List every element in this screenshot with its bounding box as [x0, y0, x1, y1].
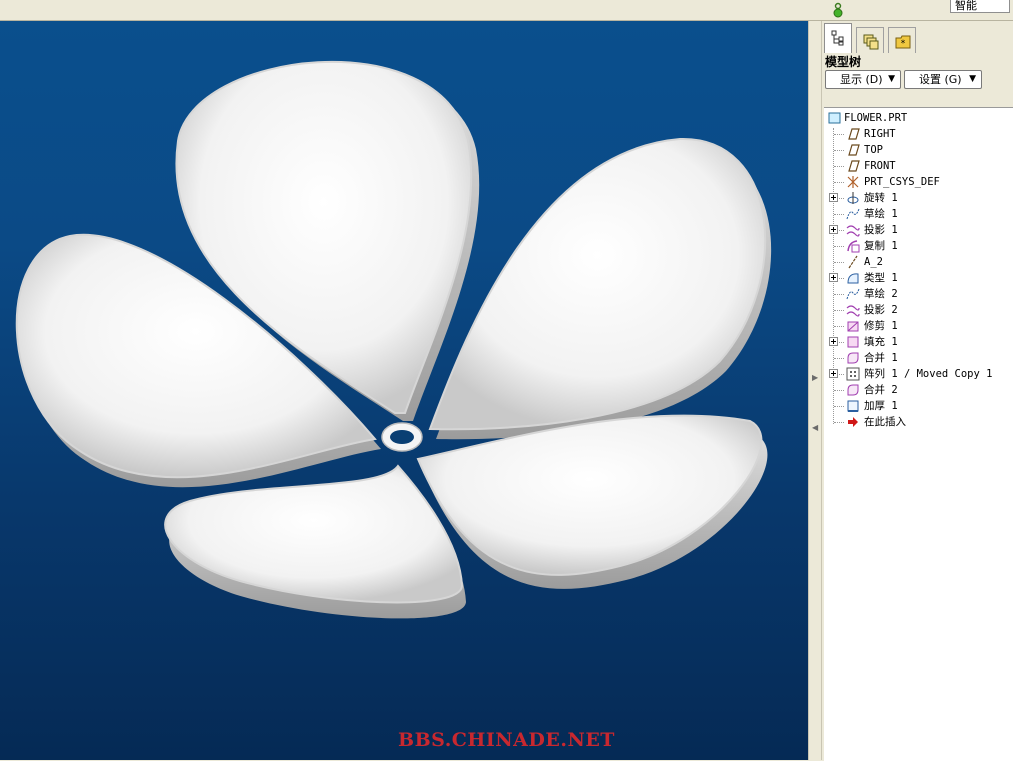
tree-item-label: 合并 1 [864, 352, 898, 364]
tree-branch-line [834, 182, 844, 183]
sketch-icon [846, 208, 860, 220]
tree-item-label: 旋转 1 [864, 192, 898, 204]
tree-branch-line [834, 246, 844, 247]
tree-item-label: 填充 1 [864, 336, 898, 348]
tree-branch-line [834, 422, 844, 423]
navigator-panel: * 模型树 显示 (D) ▼ 设置 (G) ▼ FLOWER.PRT RIGHT… [822, 21, 1013, 761]
show-button-label: 显示 (D) [840, 73, 883, 86]
svg-text:*: * [901, 39, 906, 49]
tree-branch-line [834, 358, 844, 359]
tree-branch-line [834, 294, 844, 295]
flower-model [15, 60, 772, 619]
datum-plane-icon [848, 128, 860, 140]
tree-item-label: PRT_CSYS_DEF [864, 176, 940, 188]
fill-icon [847, 336, 859, 348]
projection-icon [846, 305, 860, 317]
pattern-icon [846, 367, 860, 381]
tree-branch-line [834, 310, 844, 311]
copy-icon [847, 240, 860, 253]
revolve-icon [847, 192, 859, 204]
expand-plus-icon[interactable] [829, 193, 838, 202]
datum-plane-icon [848, 144, 860, 156]
model-tree-title: 模型树 [825, 55, 862, 69]
tree-item-label: 投影 1 [864, 224, 898, 236]
settings-dropdown-button[interactable]: 设置 (G) ▼ [904, 70, 982, 89]
layers-icon [863, 34, 879, 50]
status-bar: 智能 [0, 0, 1013, 21]
part-icon [828, 112, 841, 124]
tree-item-label: FRONT [864, 160, 896, 172]
trim-icon [847, 321, 859, 332]
tree-item-label: RIGHT [864, 128, 896, 140]
datum-plane-icon [848, 160, 860, 172]
graphics-viewport[interactable] [0, 21, 808, 760]
sketch-icon [846, 288, 860, 300]
expand-plus-icon[interactable] [829, 273, 838, 282]
collapse-left-arrow-icon[interactable]: ◀ [812, 423, 818, 432]
panel-splitter[interactable]: ▶ ◀ [808, 21, 822, 760]
collapse-right-arrow-icon[interactable]: ▶ [812, 373, 818, 382]
style-icon [847, 273, 859, 284]
flower-center-hub [381, 422, 423, 452]
model-tree-icon [831, 30, 844, 46]
tree-item-label: TOP [864, 144, 883, 156]
insert-here-arrow-icon [848, 417, 858, 427]
tree-root-label: FLOWER.PRT [844, 112, 908, 124]
tree-item-label: 类型 1 [864, 272, 898, 284]
petal-bottom-left [164, 464, 466, 619]
tree-item-label: 合并 2 [864, 384, 898, 396]
tree-branch-line [834, 166, 844, 167]
tree-item-label: 草绘 2 [864, 288, 898, 300]
tab-model-tree[interactable] [824, 23, 852, 53]
tree-branch-line [834, 326, 844, 327]
show-dropdown-button[interactable]: 显示 (D) ▼ [825, 70, 901, 89]
tree-branch-line [834, 406, 844, 407]
selection-filter-box[interactable]: 智能 [950, 0, 1010, 13]
merge-icon [847, 384, 859, 396]
chevron-down-icon: ▼ [888, 74, 895, 84]
merge-icon [847, 352, 859, 364]
expand-plus-icon[interactable] [829, 369, 838, 378]
tree-branch-line [834, 262, 844, 263]
expand-plus-icon[interactable] [829, 225, 838, 234]
petal-bottom-right [416, 414, 768, 589]
folder-icon: * [895, 35, 911, 49]
tree-branch-line [834, 134, 844, 135]
settings-button-label: 设置 (G) [919, 73, 962, 86]
tree-item-label: 阵列 1 / Moved Copy 1 [864, 368, 993, 380]
tree-item-label: 加厚 1 [864, 400, 898, 412]
datum-axis-icon [848, 255, 858, 269]
tree-branch-line [834, 150, 844, 151]
tab-layers[interactable] [856, 27, 884, 53]
tree-item-label: A_2 [864, 256, 883, 268]
tree-branch-line [834, 214, 844, 215]
thicken-icon [847, 400, 859, 412]
chevron-down-icon: ▼ [969, 74, 976, 84]
tree-item-label: 在此插入 [864, 416, 906, 428]
tree-item-label: 修剪 1 [864, 320, 898, 332]
tab-folder-browser[interactable]: * [888, 27, 916, 53]
coordinate-system-icon [847, 176, 859, 188]
petal-right [428, 137, 772, 440]
tree-item-label: 投影 2 [864, 304, 898, 316]
tree-item-label: 复制 1 [864, 240, 898, 252]
projection-icon [846, 225, 860, 237]
model-tree[interactable]: FLOWER.PRT RIGHT TOP FRONT PRT_CSYS_DEF 旋转 1… [824, 107, 1013, 761]
status-light-icon[interactable] [832, 2, 844, 18]
tree-item-label: 草绘 1 [864, 208, 898, 220]
tree-branch-line [834, 390, 844, 391]
expand-plus-icon[interactable] [829, 337, 838, 346]
